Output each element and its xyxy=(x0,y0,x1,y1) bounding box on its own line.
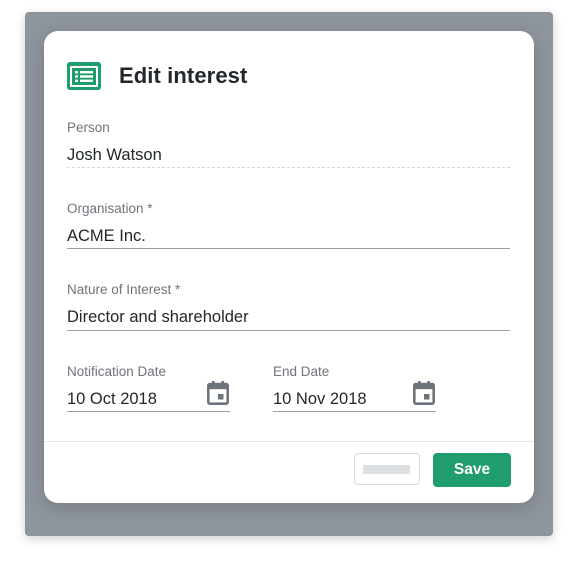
organisation-field[interactable]: Organisation * ACME Inc. xyxy=(67,201,510,251)
cancel-button-label xyxy=(363,465,410,474)
form-icon xyxy=(67,62,101,90)
notification-date-label: Notification Date xyxy=(67,364,167,379)
person-underline xyxy=(67,167,510,168)
calendar-icon[interactable] xyxy=(207,381,229,405)
notification-date-field[interactable]: Notification Date 10 Oct 2018 xyxy=(67,364,230,414)
end-date-field[interactable]: End Date 10 Nov 2018 xyxy=(273,364,436,414)
dialog-header: Edit interest xyxy=(66,60,247,92)
save-button[interactable]: Save xyxy=(433,453,511,487)
notification-date-input[interactable]: 10 Oct 2018 xyxy=(67,389,230,409)
notification-date-underline xyxy=(67,411,230,412)
dialog-title: Edit interest xyxy=(119,63,248,88)
cancel-button[interactable] xyxy=(354,453,420,485)
nature-of-interest-label: Nature of Interest * xyxy=(67,282,181,297)
edit-interest-dialog: Edit interest Person Josh Watson Organis… xyxy=(44,31,534,503)
organisation-input[interactable]: ACME Inc. xyxy=(67,226,510,246)
footer-divider xyxy=(44,441,534,442)
nature-of-interest-underline xyxy=(67,330,510,331)
person-label: Person xyxy=(67,120,110,135)
organisation-underline xyxy=(67,248,510,249)
nature-of-interest-field[interactable]: Nature of Interest * Director and shareh… xyxy=(67,282,510,332)
organisation-label: Organisation * xyxy=(67,201,153,216)
end-date-underline xyxy=(273,411,436,412)
calendar-icon[interactable] xyxy=(413,381,435,405)
person-value: Josh Watson xyxy=(67,146,162,164)
end-date-input[interactable]: 10 Nov 2018 xyxy=(273,389,436,409)
end-date-label: End Date xyxy=(273,364,330,379)
nature-of-interest-input[interactable]: Director and shareholder xyxy=(67,307,510,327)
person-field: Person Josh Watson xyxy=(67,120,510,169)
